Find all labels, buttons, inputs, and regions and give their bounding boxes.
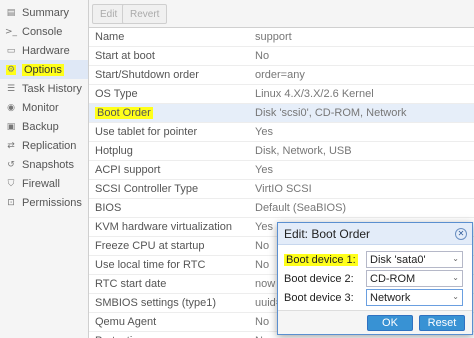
options-row[interactable]: BIOS Default (SeaBIOS)	[89, 199, 474, 218]
sidebar-item-label: Summary	[22, 6, 70, 19]
option-key: Use local time for RTC	[95, 259, 206, 271]
option-key: Qemu Agent	[95, 316, 157, 328]
sidebar: ▤ Summary >_ Console ▭ Hardware ⚙ Option…	[0, 0, 89, 338]
boot-device-2-select[interactable]: CD-ROM ⌄	[366, 270, 463, 287]
ok-button[interactable]: OK	[367, 315, 413, 331]
options-row[interactable]: SCSI Controller Type VirtIO SCSI	[89, 180, 474, 199]
sidebar-item-label: Hardware	[22, 44, 70, 57]
boot-device-2-label: Boot device 2:	[284, 273, 354, 285]
options-row[interactable]: Start/Shutdown order order=any	[89, 66, 474, 85]
dialog-title: Edit: Boot Order	[278, 223, 472, 245]
chevron-down-icon[interactable]: ⌄	[452, 254, 459, 263]
option-value: No	[255, 240, 270, 252]
option-key: Hotplug	[95, 145, 133, 157]
option-value: No	[255, 316, 270, 328]
option-key: Use tablet for pointer	[95, 126, 198, 138]
chevron-down-icon[interactable]: ⌄	[452, 273, 459, 282]
sidebar-item-label: Firewall	[22, 177, 60, 190]
sidebar-item-snapshots[interactable]: ↺ Snapshots	[0, 155, 88, 174]
options-row-selected[interactable]: Boot Order Disk 'scsi0', CD-ROM, Network	[89, 104, 474, 123]
sidebar-item-label: Monitor	[22, 101, 59, 114]
boot-device-1-value: Disk 'sata0'	[370, 253, 426, 266]
toolbar: Edit Revert	[89, 0, 474, 28]
option-value: Yes	[255, 221, 273, 233]
option-value: Yes	[255, 126, 273, 138]
sidebar-item-label: Backup	[22, 120, 59, 133]
option-value: Disk 'scsi0', CD-ROM, Network	[255, 107, 407, 119]
options-row[interactable]: OS Type Linux 4.X/3.X/2.6 Kernel	[89, 85, 474, 104]
floppy-icon: ▣	[6, 121, 16, 132]
option-key: Name	[95, 31, 125, 43]
edit-button[interactable]: Edit	[92, 4, 126, 24]
unlock-icon: ⊡	[7, 197, 15, 208]
terminal-icon: >_	[4, 26, 18, 37]
option-value: No	[255, 259, 270, 271]
sidebar-item-firewall[interactable]: ⛉ Firewall	[0, 174, 88, 193]
option-key: BIOS	[95, 202, 122, 214]
option-key: OS Type	[95, 88, 138, 100]
close-icon[interactable]: ✕	[455, 228, 467, 240]
revert-button[interactable]: Revert	[122, 4, 168, 24]
shield-icon: ⛉	[7, 178, 15, 189]
option-value: Yes	[255, 164, 273, 176]
sidebar-item-label: Permissions	[22, 196, 82, 209]
option-key: SCSI Controller Type	[95, 183, 199, 195]
eye-icon: ◉	[7, 102, 15, 113]
option-value: support	[255, 31, 292, 43]
sidebar-item-label: Options	[22, 63, 64, 76]
option-key: Freeze CPU at startup	[95, 240, 205, 252]
boot-device-3-value: Network	[370, 291, 411, 304]
sidebar-item-backup[interactable]: ▣ Backup	[0, 117, 88, 136]
option-key: ACPI support	[95, 164, 161, 176]
option-key: Boot Order	[95, 107, 153, 119]
options-row[interactable]: Start at boot No	[89, 47, 474, 66]
option-value: No	[255, 50, 270, 62]
boot-device-1-label: Boot device 1:	[284, 254, 358, 266]
sidebar-item-replication[interactable]: ⇄ Replication	[0, 136, 88, 155]
edit-boot-order-dialog: Edit: Boot Order ✕ Boot device 1: Disk '…	[277, 222, 473, 335]
options-row[interactable]: Use tablet for pointer Yes	[89, 123, 474, 142]
list-icon: ☰	[6, 83, 16, 94]
option-key: KVM hardware virtualization	[95, 221, 232, 233]
boot-device-2-value: CD-ROM	[370, 272, 416, 285]
retweet-icon: ⇄	[7, 140, 15, 151]
sidebar-item-options[interactable]: ⚙ Options	[0, 60, 88, 79]
options-row[interactable]: Hotplug Disk, Network, USB	[89, 142, 474, 161]
sidebar-item-console[interactable]: >_ Console	[0, 22, 88, 41]
boot-device-1-select[interactable]: Disk 'sata0' ⌄	[366, 251, 463, 268]
option-key: Start at boot	[95, 50, 155, 62]
sidebar-item-monitor[interactable]: ◉ Monitor	[0, 98, 88, 117]
history-icon: ↺	[7, 159, 15, 170]
options-row[interactable]: ACPI support Yes	[89, 161, 474, 180]
sidebar-item-label: Snapshots	[22, 158, 74, 171]
boot-device-3-label: Boot device 3:	[284, 292, 354, 304]
reset-button[interactable]: Reset	[419, 315, 465, 331]
option-value: VirtIO SCSI	[255, 183, 312, 195]
option-value: Linux 4.X/3.X/2.6 Kernel	[255, 88, 374, 100]
option-key: SMBIOS settings (type1)	[95, 297, 217, 309]
chevron-down-icon[interactable]: ⌄	[452, 292, 459, 301]
sidebar-item-task-history[interactable]: ☰ Task History	[0, 79, 88, 98]
boot-device-3-select[interactable]: Network ⌄	[366, 289, 463, 306]
option-value: Disk, Network, USB	[255, 145, 352, 157]
summary-icon: ▤	[6, 7, 16, 18]
sidebar-item-permissions[interactable]: ⊡ Permissions	[0, 193, 88, 212]
sidebar-item-hardware[interactable]: ▭ Hardware	[0, 41, 88, 60]
option-key: RTC start date	[95, 278, 167, 290]
options-row[interactable]: Name support	[89, 28, 474, 47]
gear-icon: ⚙	[6, 64, 16, 75]
monitor-icon: ▭	[6, 45, 16, 56]
option-value: now	[255, 278, 276, 290]
dialog-footer: OK Reset	[278, 310, 472, 334]
option-value: Default (SeaBIOS)	[255, 202, 347, 214]
sidebar-item-label: Task History	[22, 82, 82, 95]
option-key: Start/Shutdown order	[95, 69, 199, 81]
option-value: order=any	[255, 69, 305, 81]
sidebar-item-summary[interactable]: ▤ Summary	[0, 3, 88, 22]
sidebar-item-label: Console	[22, 25, 63, 38]
sidebar-item-label: Replication	[22, 139, 77, 152]
